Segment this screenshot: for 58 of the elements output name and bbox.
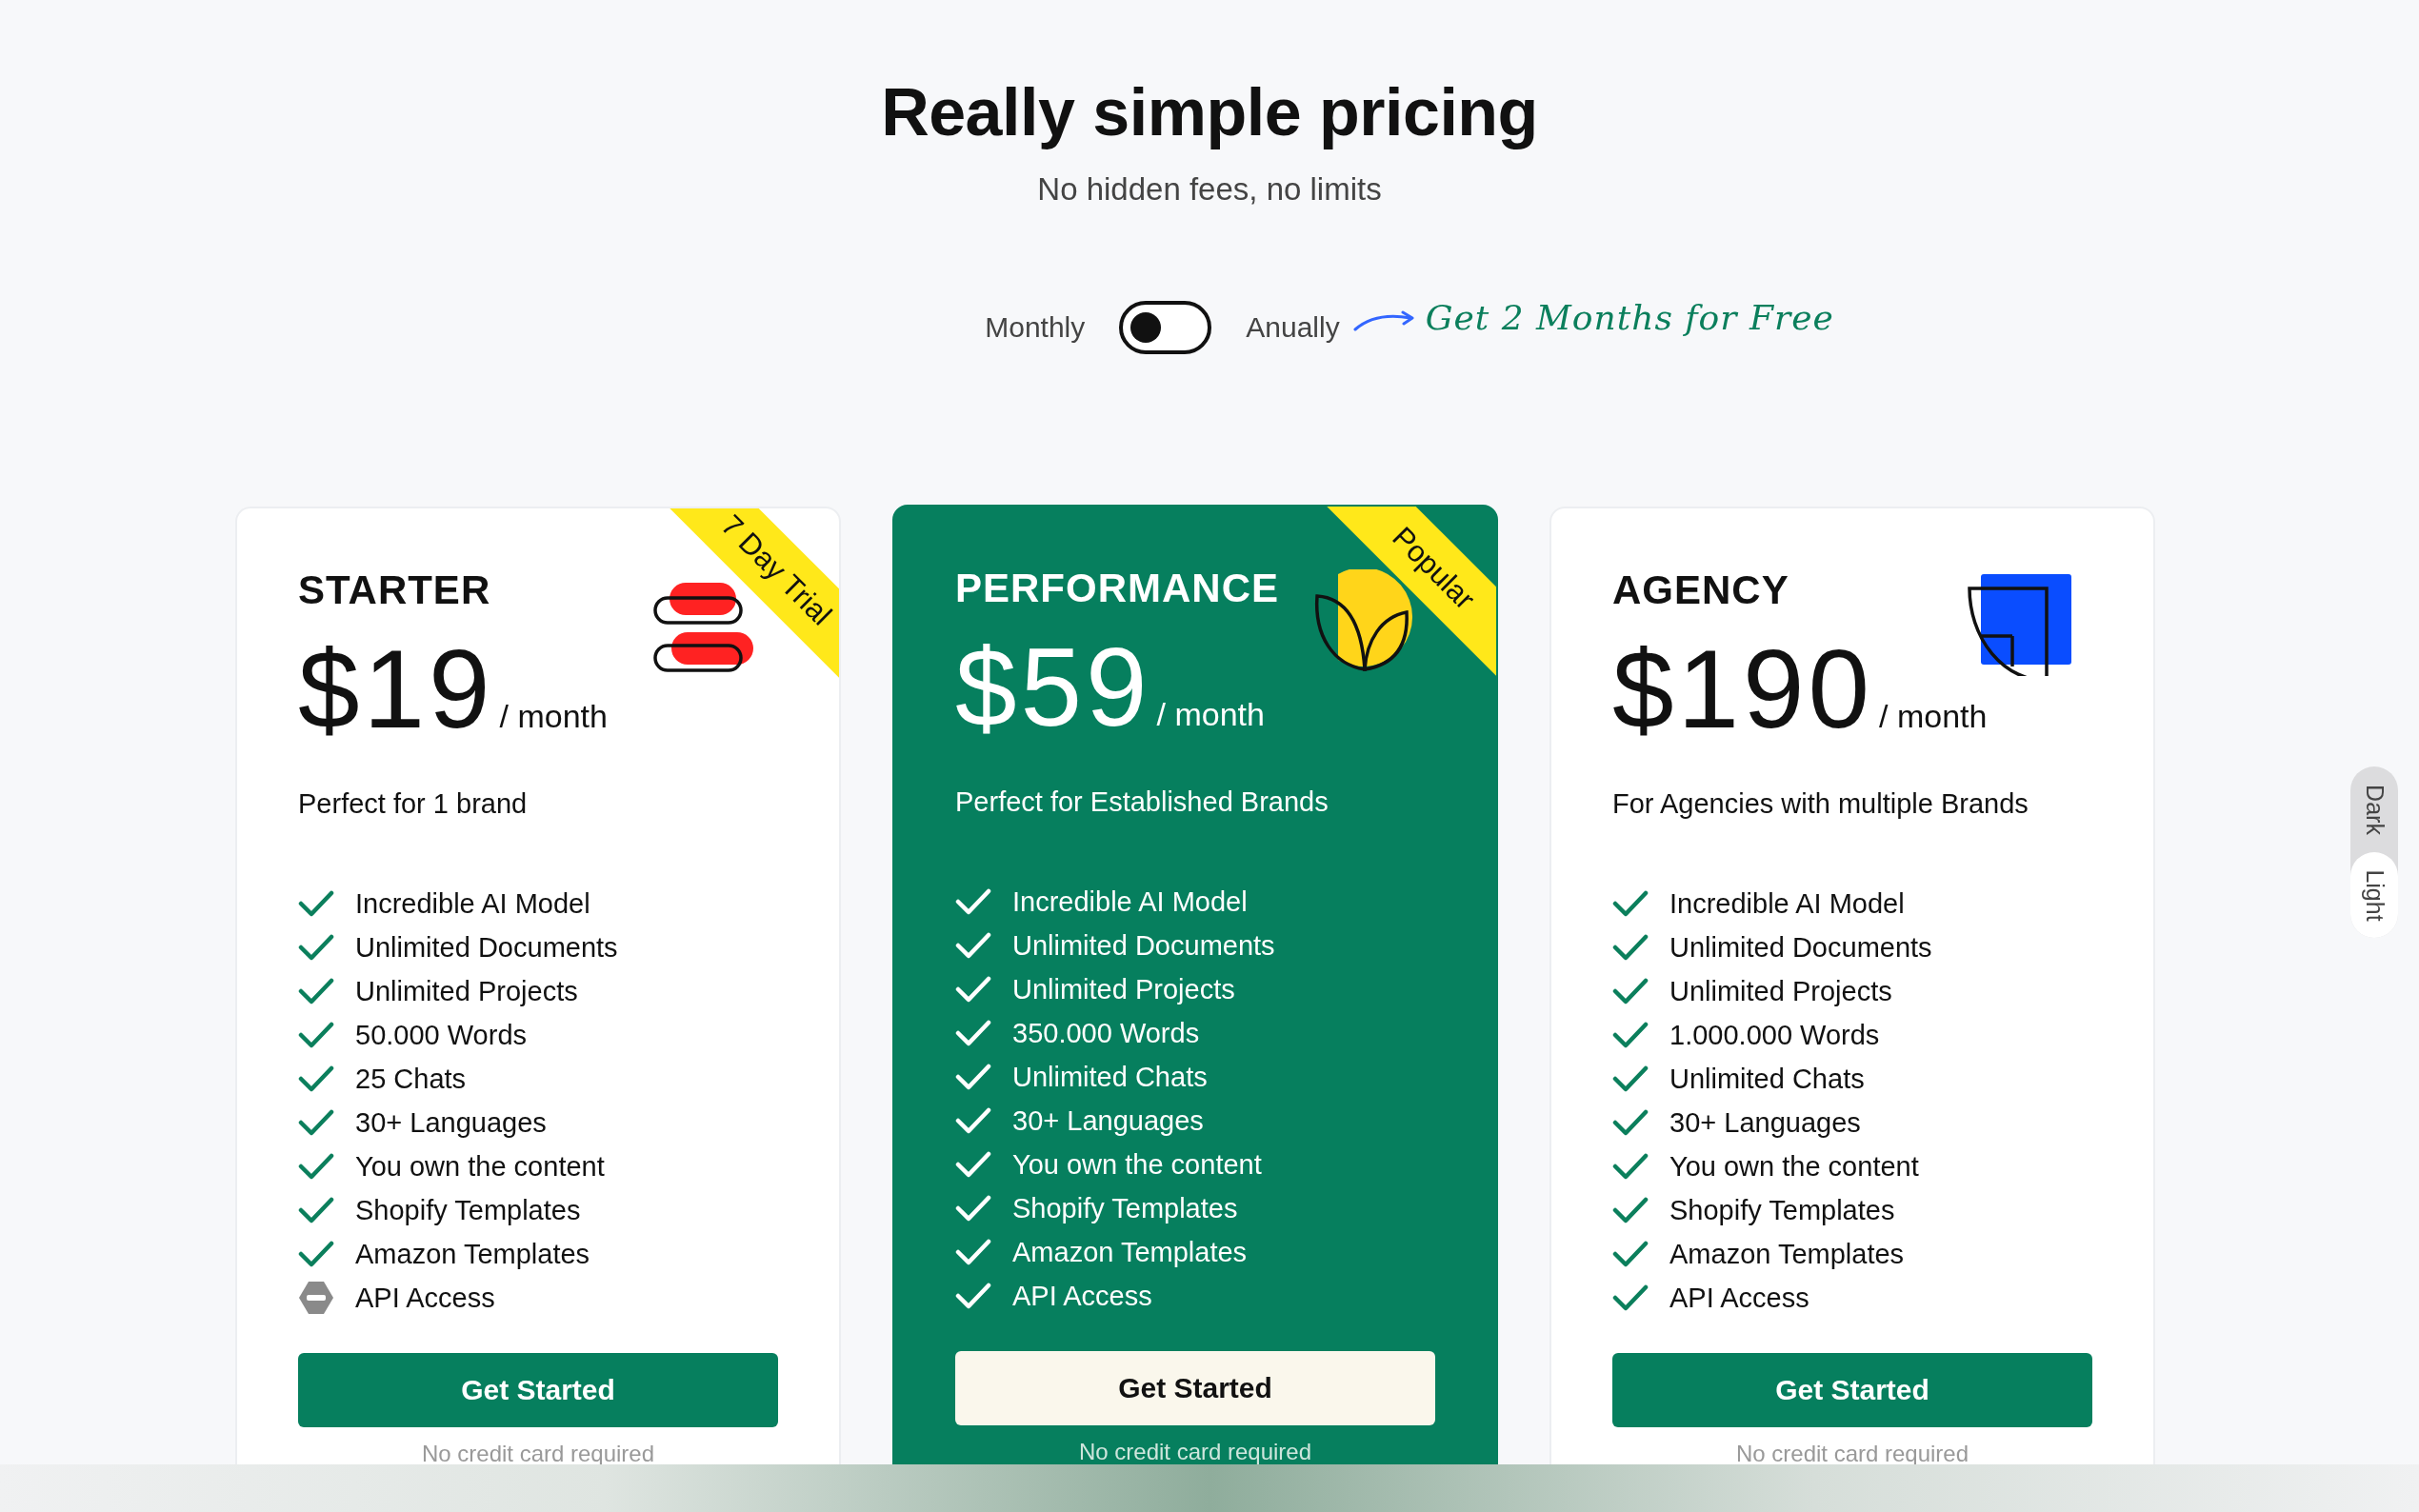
feature-text: Unlimited Projects (355, 975, 578, 1007)
plan-tagline: Perfect for Established Brands (955, 786, 1329, 818)
feature-text: Unlimited Documents (1669, 931, 1932, 964)
get-started-button[interactable]: Get Started (955, 1351, 1435, 1425)
feature-text: Incredible AI Model (1669, 887, 1905, 920)
page-subtitle: No hidden fees, no limits (1037, 171, 1382, 208)
theme-option[interactable]: Light (2350, 852, 2398, 938)
plan-tagline: Perfect for 1 brand (298, 788, 529, 820)
feature-text: 50.000 Words (355, 1019, 528, 1051)
price-period: / month (1879, 698, 1988, 735)
plan-price: $59 (955, 632, 1151, 743)
plan-price: $19 (298, 634, 494, 745)
price-period: / month (1156, 696, 1265, 733)
theme-option[interactable]: Dark (2350, 766, 2398, 852)
monthly-label: Monthly (985, 311, 1086, 344)
no-card-note: No credit card required (1734, 1441, 1970, 1467)
feature-text: Unlimited Documents (355, 931, 618, 964)
feature-text: Unlimited Chats (1669, 1063, 1865, 1095)
plan-tagline: For Agencies with multiple Brands (1612, 788, 2029, 820)
feature-text: 25 Chats (355, 1063, 467, 1095)
feature-text: Unlimited Projects (1669, 975, 1892, 1007)
feature-text: You own the content (355, 1150, 605, 1183)
feature-text: API Access (1012, 1280, 1152, 1312)
feature-text: API Access (1669, 1282, 1809, 1314)
feature-text: Amazon Templates (355, 1238, 590, 1270)
plan-price: $190 (1612, 634, 1874, 745)
no-card-note: No credit card required (420, 1441, 656, 1467)
feature-text: Unlimited Chats (1012, 1061, 1208, 1093)
feature-text: Unlimited Documents (1012, 929, 1275, 962)
corner-square-icon (1967, 571, 2071, 676)
feature-text: Shopify Templates (1012, 1192, 1238, 1224)
get-started-button[interactable]: Get Started (1612, 1353, 2092, 1427)
feature-text: You own the content (1669, 1150, 1919, 1183)
plan-name: AGENCY (1612, 567, 1789, 613)
feature-text: Amazon Templates (1669, 1238, 1905, 1270)
feature-text: Incredible AI Model (1012, 885, 1248, 918)
feature-text: 1.000.000 Words (1669, 1019, 1880, 1051)
price-period: / month (499, 698, 608, 735)
promo-text: Get 2 Months for Free (1425, 297, 1834, 337)
annually-label: Anually (1246, 311, 1340, 344)
feature-text: 30+ Languages (1012, 1104, 1204, 1137)
curved-arrow-icon (1352, 310, 1416, 331)
feature-text: Amazon Templates (1012, 1236, 1248, 1268)
feature-text: 350.000 Words (1012, 1017, 1200, 1049)
feature-text: Shopify Templates (355, 1194, 581, 1226)
get-started-button[interactable]: Get Started (298, 1353, 778, 1427)
feature-text: 30+ Languages (1669, 1106, 1861, 1139)
no-card-note: No credit card required (1077, 1439, 1313, 1465)
feature-text: Shopify Templates (1669, 1194, 1895, 1226)
plan-name: STARTER (298, 567, 491, 613)
billing-toggle[interactable] (1119, 301, 1212, 354)
page-title: Really simple pricing (881, 74, 1538, 150)
feature-text: Unlimited Projects (1012, 973, 1235, 1005)
feature-text: You own the content (1012, 1148, 1262, 1181)
feature-text: 30+ Languages (355, 1106, 547, 1139)
feature-text: Incredible AI Model (355, 887, 590, 920)
plan-name: PERFORMANCE (955, 566, 1279, 611)
feature-text: API Access (355, 1282, 495, 1314)
